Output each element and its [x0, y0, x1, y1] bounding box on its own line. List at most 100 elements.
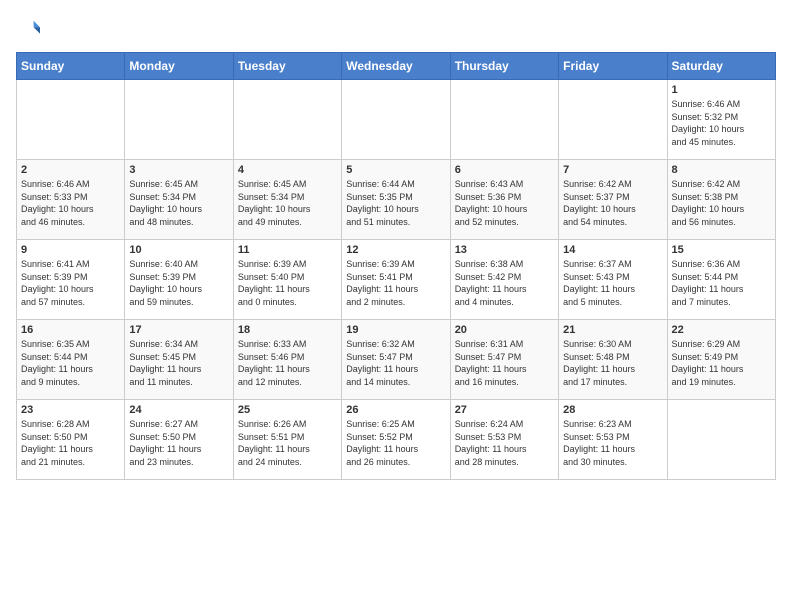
calendar-cell: 5 Sunrise: 6:44 AM Sunset: 5:35 PM Daylig…: [342, 160, 450, 240]
day-info: Sunrise: 6:33 AM Sunset: 5:46 PM Dayligh…: [238, 338, 337, 388]
day-info: Sunrise: 6:23 AM Sunset: 5:53 PM Dayligh…: [563, 418, 662, 468]
day-info: Sunrise: 6:37 AM Sunset: 5:43 PM Dayligh…: [563, 258, 662, 308]
logo: [16, 16, 44, 40]
day-info: Sunrise: 6:30 AM Sunset: 5:48 PM Dayligh…: [563, 338, 662, 388]
day-number: 22: [672, 324, 771, 336]
calendar-cell: 21 Sunrise: 6:30 AM Sunset: 5:48 PM Dayli…: [559, 320, 667, 400]
calendar-cell: 12 Sunrise: 6:39 AM Sunset: 5:41 PM Dayli…: [342, 240, 450, 320]
day-info: Sunrise: 6:34 AM Sunset: 5:45 PM Dayligh…: [129, 338, 228, 388]
calendar-cell: 14Sunrise: 6:37 AM Sunset: 5:43 PM Dayli…: [559, 240, 667, 320]
page-header: [16, 16, 776, 40]
day-number: 21: [563, 324, 662, 336]
day-info: Sunrise: 6:46 AM Sunset: 5:32 PM Dayligh…: [672, 98, 771, 148]
calendar-table: SundayMondayTuesdayWednesdayThursdayFrid…: [16, 52, 776, 480]
day-number: 13: [455, 244, 554, 256]
day-number: 12: [346, 244, 445, 256]
day-info: Sunrise: 6:45 AM Sunset: 5:34 PM Dayligh…: [129, 178, 228, 228]
day-info: Sunrise: 6:43 AM Sunset: 5:36 PM Dayligh…: [455, 178, 554, 228]
day-info: Sunrise: 6:44 AM Sunset: 5:35 PM Dayligh…: [346, 178, 445, 228]
header-wednesday: Wednesday: [342, 53, 450, 80]
calendar-week-5: 23 Sunrise: 6:28 AM Sunset: 5:50 PM Dayli…: [17, 400, 776, 480]
day-number: 7: [563, 164, 662, 176]
day-info: Sunrise: 6:24 AM Sunset: 5:53 PM Dayligh…: [455, 418, 554, 468]
calendar-cell: 10Sunrise: 6:40 AM Sunset: 5:39 PM Dayli…: [125, 240, 233, 320]
header-monday: Monday: [125, 53, 233, 80]
day-number: 26: [346, 404, 445, 416]
calendar-week-4: 16 Sunrise: 6:35 AM Sunset: 5:44 PM Dayli…: [17, 320, 776, 400]
day-number: 17: [129, 324, 228, 336]
calendar-cell: 16 Sunrise: 6:35 AM Sunset: 5:44 PM Dayli…: [17, 320, 125, 400]
day-number: 20: [455, 324, 554, 336]
calendar-cell: 11 Sunrise: 6:39 AM Sunset: 5:40 PM Dayli…: [233, 240, 341, 320]
day-info: Sunrise: 6:26 AM Sunset: 5:51 PM Dayligh…: [238, 418, 337, 468]
calendar-cell: [450, 80, 558, 160]
calendar-week-1: 1 Sunrise: 6:46 AM Sunset: 5:32 PM Daylig…: [17, 80, 776, 160]
calendar-week-3: 9 Sunrise: 6:41 AM Sunset: 5:39 PM Daylig…: [17, 240, 776, 320]
calendar-cell: 8 Sunrise: 6:42 AM Sunset: 5:38 PM Daylig…: [667, 160, 775, 240]
day-number: 25: [238, 404, 337, 416]
calendar-cell: 2 Sunrise: 6:46 AM Sunset: 5:33 PM Daylig…: [17, 160, 125, 240]
day-info: Sunrise: 6:31 AM Sunset: 5:47 PM Dayligh…: [455, 338, 554, 388]
calendar-cell: 1 Sunrise: 6:46 AM Sunset: 5:32 PM Daylig…: [667, 80, 775, 160]
day-info: Sunrise: 6:28 AM Sunset: 5:50 PM Dayligh…: [21, 418, 120, 468]
day-number: 6: [455, 164, 554, 176]
day-number: 16: [21, 324, 120, 336]
calendar-cell: 3 Sunrise: 6:45 AM Sunset: 5:34 PM Daylig…: [125, 160, 233, 240]
day-info: Sunrise: 6:27 AM Sunset: 5:50 PM Dayligh…: [129, 418, 228, 468]
day-info: Sunrise: 6:39 AM Sunset: 5:40 PM Dayligh…: [238, 258, 337, 308]
calendar-week-2: 2 Sunrise: 6:46 AM Sunset: 5:33 PM Daylig…: [17, 160, 776, 240]
calendar-cell: 24 Sunrise: 6:27 AM Sunset: 5:50 PM Dayli…: [125, 400, 233, 480]
day-info: Sunrise: 6:32 AM Sunset: 5:47 PM Dayligh…: [346, 338, 445, 388]
header-sunday: Sunday: [17, 53, 125, 80]
calendar-cell: [17, 80, 125, 160]
header-thursday: Thursday: [450, 53, 558, 80]
calendar-cell: [559, 80, 667, 160]
calendar-cell: 4 Sunrise: 6:45 AM Sunset: 5:34 PM Daylig…: [233, 160, 341, 240]
calendar-cell: 13 Sunrise: 6:38 AM Sunset: 5:42 PM Dayli…: [450, 240, 558, 320]
day-info: Sunrise: 6:42 AM Sunset: 5:37 PM Dayligh…: [563, 178, 662, 228]
calendar-cell: 19Sunrise: 6:32 AM Sunset: 5:47 PM Dayli…: [342, 320, 450, 400]
calendar-cell: 20 Sunrise: 6:31 AM Sunset: 5:47 PM Dayli…: [450, 320, 558, 400]
day-number: 27: [455, 404, 554, 416]
day-info: Sunrise: 6:38 AM Sunset: 5:42 PM Dayligh…: [455, 258, 554, 308]
calendar-cell: [125, 80, 233, 160]
day-number: 1: [672, 84, 771, 96]
calendar-cell: 28Sunrise: 6:23 AM Sunset: 5:53 PM Dayli…: [559, 400, 667, 480]
day-info: Sunrise: 6:40 AM Sunset: 5:39 PM Dayligh…: [129, 258, 228, 308]
day-info: Sunrise: 6:46 AM Sunset: 5:33 PM Dayligh…: [21, 178, 120, 228]
day-info: Sunrise: 6:29 AM Sunset: 5:49 PM Dayligh…: [672, 338, 771, 388]
day-number: 3: [129, 164, 228, 176]
day-info: Sunrise: 6:36 AM Sunset: 5:44 PM Dayligh…: [672, 258, 771, 308]
header-saturday: Saturday: [667, 53, 775, 80]
day-number: 4: [238, 164, 337, 176]
header-friday: Friday: [559, 53, 667, 80]
calendar-cell: 18 Sunrise: 6:33 AM Sunset: 5:46 PM Dayli…: [233, 320, 341, 400]
day-info: Sunrise: 6:41 AM Sunset: 5:39 PM Dayligh…: [21, 258, 120, 308]
day-info: Sunrise: 6:42 AM Sunset: 5:38 PM Dayligh…: [672, 178, 771, 228]
calendar-cell: 9 Sunrise: 6:41 AM Sunset: 5:39 PM Daylig…: [17, 240, 125, 320]
calendar-cell: [667, 400, 775, 480]
logo-icon: [16, 16, 40, 40]
day-number: 18: [238, 324, 337, 336]
header-tuesday: Tuesday: [233, 53, 341, 80]
calendar-cell: 23 Sunrise: 6:28 AM Sunset: 5:50 PM Dayli…: [17, 400, 125, 480]
day-number: 2: [21, 164, 120, 176]
day-number: 23: [21, 404, 120, 416]
calendar-cell: 22 Sunrise: 6:29 AM Sunset: 5:49 PM Dayli…: [667, 320, 775, 400]
calendar-cell: 17 Sunrise: 6:34 AM Sunset: 5:45 PM Dayli…: [125, 320, 233, 400]
day-number: 5: [346, 164, 445, 176]
calendar-cell: [233, 80, 341, 160]
day-info: Sunrise: 6:35 AM Sunset: 5:44 PM Dayligh…: [21, 338, 120, 388]
day-number: 8: [672, 164, 771, 176]
day-info: Sunrise: 6:39 AM Sunset: 5:41 PM Dayligh…: [346, 258, 445, 308]
day-info: Sunrise: 6:45 AM Sunset: 5:34 PM Dayligh…: [238, 178, 337, 228]
day-number: 24: [129, 404, 228, 416]
day-info: Sunrise: 6:25 AM Sunset: 5:52 PM Dayligh…: [346, 418, 445, 468]
day-number: 11: [238, 244, 337, 256]
calendar-cell: 27 Sunrise: 6:24 AM Sunset: 5:53 PM Dayli…: [450, 400, 558, 480]
day-number: 15: [672, 244, 771, 256]
calendar-cell: 6 Sunrise: 6:43 AM Sunset: 5:36 PM Daylig…: [450, 160, 558, 240]
calendar-cell: 25 Sunrise: 6:26 AM Sunset: 5:51 PM Dayli…: [233, 400, 341, 480]
day-number: 9: [21, 244, 120, 256]
calendar-cell: 15 Sunrise: 6:36 AM Sunset: 5:44 PM Dayli…: [667, 240, 775, 320]
